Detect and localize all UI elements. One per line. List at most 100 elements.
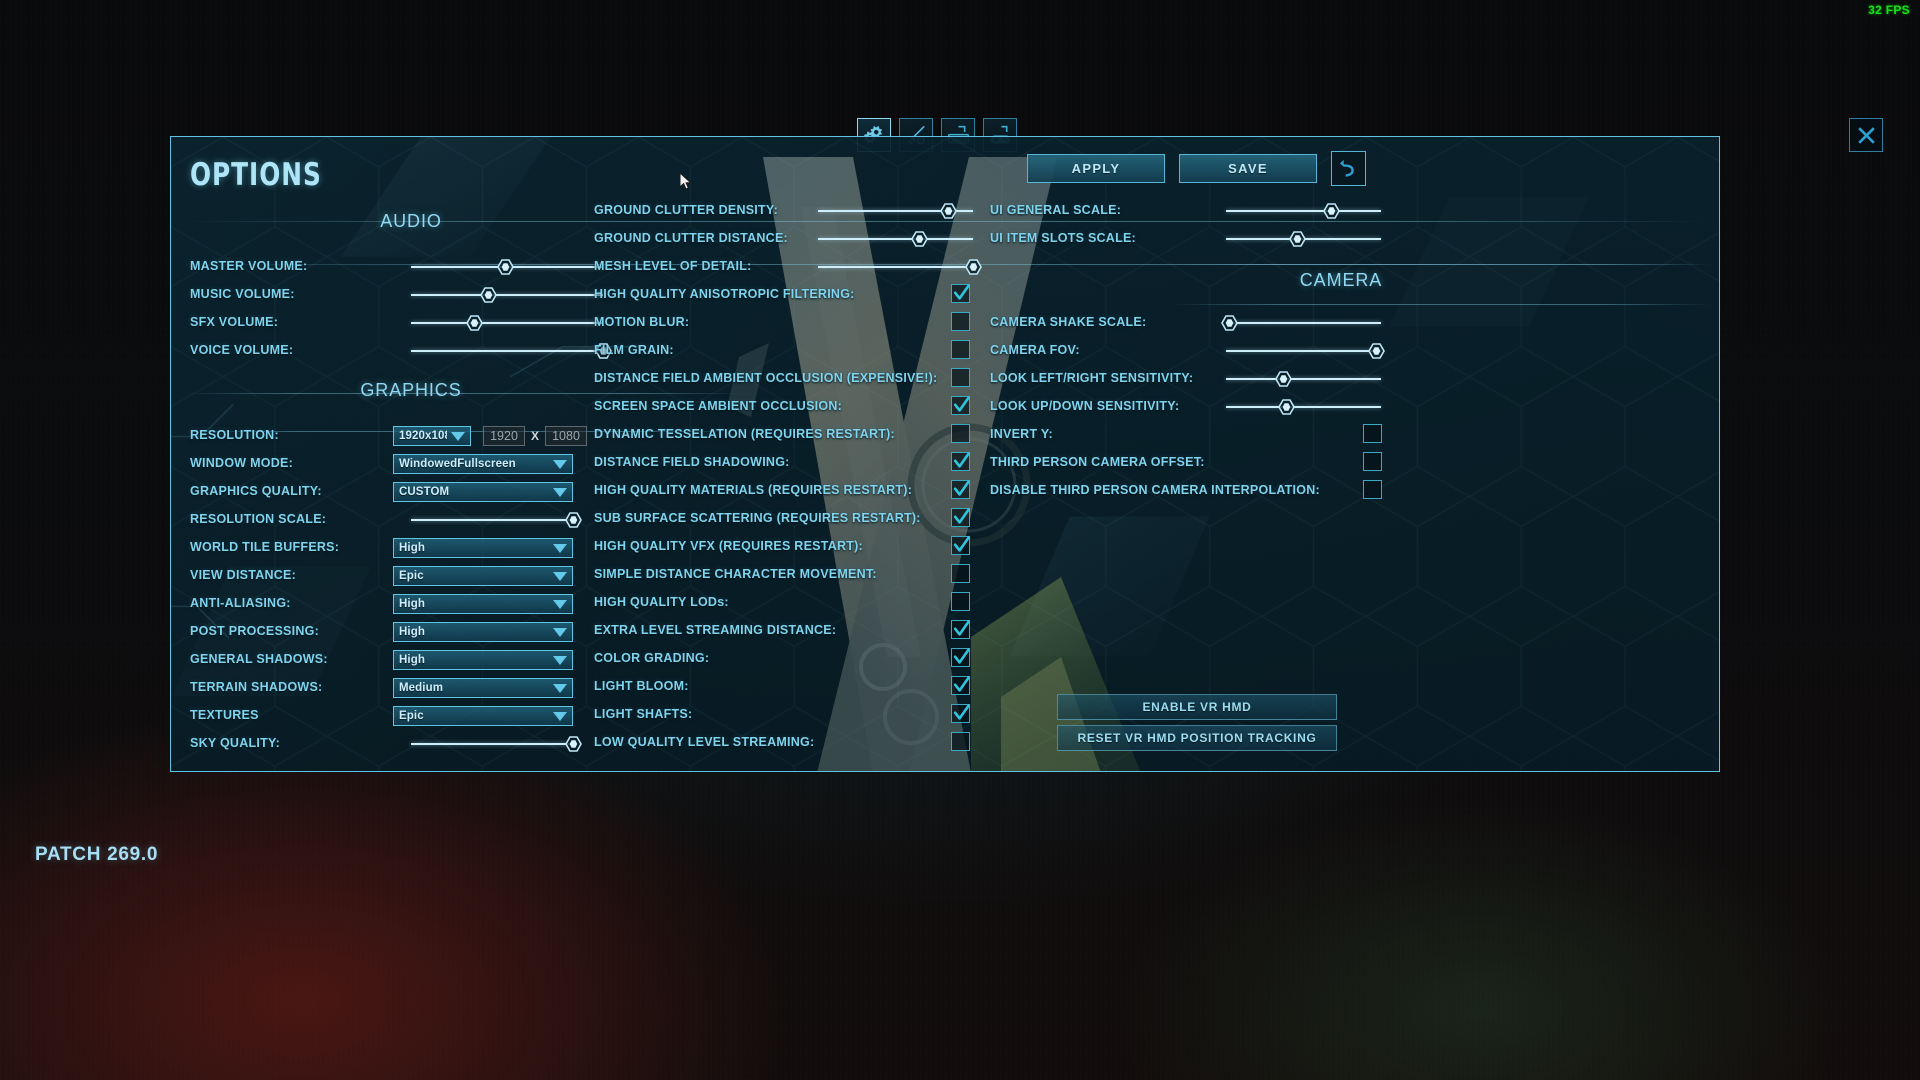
dropdown-value: CUSTOM — [399, 486, 450, 498]
apply-button[interactable]: APPLY — [1027, 154, 1165, 183]
graphics-dropdown-label: TERRAIN SHADOWS: — [190, 680, 323, 694]
camera-slider[interactable] — [1226, 369, 1381, 389]
graphics-checkbox-label: HIGH QUALITY MATERIALS (REQUIRES RESTART… — [594, 483, 913, 497]
graphics-slider[interactable] — [818, 257, 982, 277]
resolution-dropdown[interactable]: 1920x1080 — [393, 426, 471, 446]
options-panel: OPTIONS APPLY SAVE AUDIO GRAPHICS CAMERA… — [170, 136, 1720, 772]
slider-track — [411, 322, 603, 324]
graphics-checkbox[interactable] — [951, 564, 970, 583]
patch-version-label: PATCH 269.0 — [35, 844, 159, 865]
camera-slider-label: LOOK LEFT/RIGHT SENSITIVITY: — [990, 371, 1194, 385]
graphics-slider-label: GROUND CLUTTER DENSITY: — [594, 203, 778, 217]
graphics-checkbox[interactable] — [951, 424, 970, 443]
graphics-dropdown-label: GRAPHICS QUALITY: — [190, 484, 322, 498]
graphics-checkbox-label: LIGHT SHAFTS: — [594, 707, 693, 721]
slider-track — [818, 238, 973, 240]
graphics-checkbox[interactable] — [951, 396, 970, 415]
slider-track — [1226, 350, 1381, 352]
graphics-checkbox[interactable] — [951, 452, 970, 471]
sky-quality-slider[interactable] — [411, 734, 582, 754]
slider-knob[interactable] — [565, 736, 582, 752]
reset-vr-hmd-button[interactable]: RESET VR HMD POSITION TRACKING — [1057, 725, 1337, 751]
camera-checkbox[interactable] — [1363, 480, 1382, 499]
graphics-slider-label: GROUND CLUTTER DISTANCE: — [594, 231, 788, 245]
graphics-checkbox[interactable] — [951, 620, 970, 639]
graphics-dropdown[interactable]: High — [393, 650, 573, 670]
graphics-dropdown-label: POST PROCESSING: — [190, 624, 320, 638]
audio-slider[interactable] — [411, 313, 603, 333]
graphics-checkbox[interactable] — [951, 368, 970, 387]
graphics-checkbox-label: MOTION BLUR: — [594, 315, 690, 329]
save-button[interactable]: SAVE — [1179, 154, 1317, 183]
graphics-checkbox-label: LOW QUALITY LEVEL STREAMING: — [594, 735, 815, 749]
slider-knob[interactable] — [479, 287, 497, 303]
graphics-checkbox[interactable] — [951, 676, 970, 695]
graphics-dropdown[interactable]: WindowedFullscreen — [393, 454, 573, 474]
graphics-checkbox[interactable] — [951, 536, 970, 555]
camera-slider[interactable] — [1226, 397, 1381, 417]
close-button[interactable] — [1849, 118, 1883, 152]
slider-knob[interactable] — [940, 203, 958, 219]
chevron-down-icon — [553, 627, 567, 637]
slider-knob[interactable] — [466, 315, 484, 331]
graphics-checkbox[interactable] — [951, 732, 970, 751]
camera-checkbox[interactable] — [1363, 424, 1382, 443]
audio-slider[interactable] — [411, 341, 612, 361]
graphics-dropdown[interactable]: High — [393, 538, 573, 558]
slider-knob[interactable] — [497, 259, 514, 275]
camera-slider[interactable] — [1221, 313, 1381, 333]
graphics-checkbox[interactable] — [951, 480, 970, 499]
graphics-checkbox[interactable] — [951, 312, 970, 331]
graphics-checkbox[interactable] — [951, 704, 970, 723]
chevron-down-icon — [553, 683, 567, 693]
graphics-dropdown[interactable]: Epic — [393, 706, 573, 726]
slider-knob[interactable] — [1275, 371, 1293, 387]
graphics-checkbox[interactable] — [951, 592, 970, 611]
resolution-height-field[interactable]: 1080 — [545, 426, 587, 446]
audio-slider-label: MASTER VOLUME: — [190, 259, 308, 273]
ui-slider[interactable] — [1226, 201, 1381, 221]
resolution-label: RESOLUTION: — [190, 428, 279, 442]
graphics-checkbox-label: DISTANCE FIELD SHADOWING: — [594, 455, 790, 469]
audio-slider[interactable] — [411, 257, 603, 277]
chevron-down-icon — [553, 599, 567, 609]
camera-slider-label: CAMERA FOV: — [990, 343, 1080, 357]
slider-knob[interactable] — [1323, 203, 1341, 219]
graphics-checkbox[interactable] — [951, 284, 970, 303]
slider-knob[interactable] — [1278, 399, 1296, 415]
resolution-width-field[interactable]: 1920 — [483, 426, 525, 446]
graphics-dropdown[interactable]: Medium — [393, 678, 573, 698]
graphics-dropdown-label: WINDOW MODE: — [190, 456, 293, 470]
graphics-dropdown[interactable]: High — [393, 594, 573, 614]
dropdown-value: High — [399, 626, 425, 638]
mouse-cursor — [679, 172, 692, 190]
slider-knob[interactable] — [910, 231, 928, 247]
slider-knob[interactable] — [565, 512, 582, 528]
section-header-audio: AUDIO — [380, 211, 442, 231]
graphics-checkbox-label: SUB SURFACE SCATTERING (REQUIRES RESTART… — [594, 511, 921, 525]
slider-knob[interactable] — [1368, 343, 1386, 359]
audio-slider[interactable] — [411, 285, 603, 305]
section-header-camera: CAMERA — [1299, 270, 1383, 290]
slider-knob[interactable] — [1221, 315, 1239, 331]
graphics-dropdown[interactable]: CUSTOM — [393, 482, 573, 502]
resolution-scale-slider[interactable] — [411, 510, 582, 530]
graphics-checkbox[interactable] — [951, 508, 970, 527]
graphics-slider[interactable] — [818, 229, 973, 249]
sky-quality-label: SKY QUALITY: — [190, 736, 281, 750]
slider-track — [411, 350, 603, 352]
slider-knob[interactable] — [1289, 231, 1307, 247]
graphics-slider[interactable] — [818, 201, 973, 221]
camera-checkbox[interactable] — [1363, 452, 1382, 471]
reset-to-default-button[interactable] — [1331, 151, 1366, 186]
graphics-dropdown[interactable]: Epic — [393, 566, 573, 586]
enable-vr-hmd-button[interactable]: ENABLE VR HMD — [1057, 694, 1337, 720]
graphics-checkbox[interactable] — [951, 340, 970, 359]
slider-track — [1226, 406, 1381, 408]
graphics-checkbox[interactable] — [951, 648, 970, 667]
camera-slider[interactable] — [1226, 341, 1386, 361]
ui-slider[interactable] — [1226, 229, 1381, 249]
graphics-dropdown[interactable]: High — [393, 622, 573, 642]
slider-knob[interactable] — [965, 259, 982, 275]
game-options-screen: 32 FPS OPTIONS APPLY SAVE AUDIO GRAPHICS… — [0, 0, 1920, 1080]
